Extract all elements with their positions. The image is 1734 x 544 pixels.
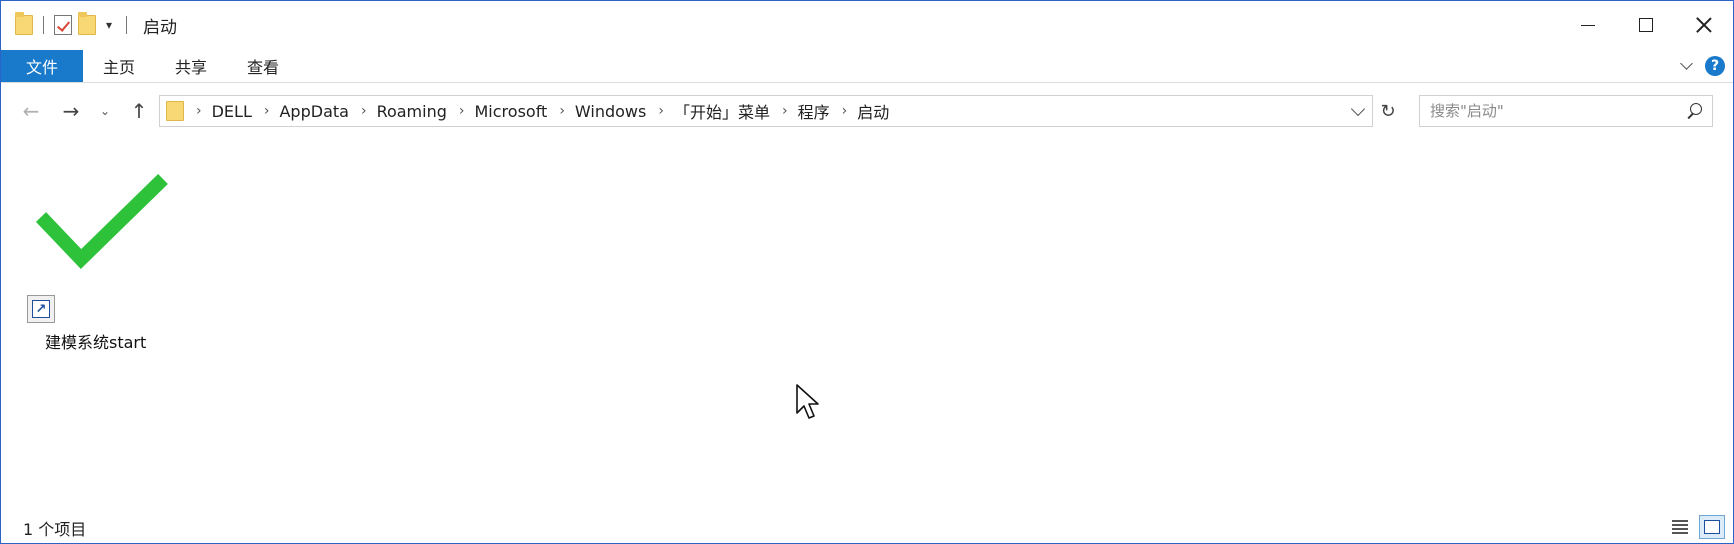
breadcrumb-startup[interactable]: 启动	[857, 99, 889, 123]
breadcrumb-microsoft[interactable]: Microsoft	[475, 102, 548, 121]
toolbar-divider	[43, 16, 44, 34]
file-item-shortcut[interactable]: ↗ 建模系统start	[27, 169, 175, 352]
breadcrumb-dell[interactable]: DELL	[212, 102, 252, 121]
folder-icon	[166, 101, 184, 121]
large-icons-view-icon	[1704, 520, 1720, 534]
maximize-button[interactable]	[1617, 1, 1675, 49]
navigation-bar: ← → ⌄ ↑ › DELL › AppData › Roaming › Mic…	[1, 93, 1733, 129]
close-button[interactable]	[1675, 1, 1733, 49]
tab-view[interactable]: 查看	[227, 50, 299, 82]
breadcrumb-separator-icon[interactable]: ›	[264, 103, 270, 119]
breadcrumb-separator-icon[interactable]: ›	[361, 103, 367, 119]
minimize-button[interactable]	[1559, 1, 1617, 49]
ribbon-tabs: 文件 主页 共享 查看 ?	[1, 50, 1733, 82]
view-toggle	[1667, 515, 1725, 539]
breadcrumb-separator-icon[interactable]: ›	[782, 103, 788, 119]
tab-home[interactable]: 主页	[83, 50, 155, 82]
ribbon-divider	[1, 82, 1733, 83]
tab-share[interactable]: 共享	[155, 50, 227, 82]
address-bar[interactable]: › DELL › AppData › Roaming › Microsoft ›…	[159, 95, 1373, 127]
details-view-icon	[1672, 520, 1688, 534]
address-history-dropdown[interactable]	[1348, 96, 1368, 126]
quick-access-toolbar: ▾ 启动	[1, 12, 177, 38]
status-bar: 1 个项目	[1, 513, 1733, 543]
forward-button[interactable]: →	[57, 97, 85, 125]
arrow-left-icon: ←	[22, 99, 40, 123]
properties-icon[interactable]	[54, 15, 72, 35]
checkmark-icon	[35, 173, 168, 269]
details-view-button[interactable]	[1667, 515, 1693, 539]
close-icon	[1696, 17, 1712, 33]
file-name-label: 建模系统start	[45, 333, 147, 352]
maximize-icon	[1639, 18, 1653, 32]
help-button[interactable]: ?	[1705, 56, 1725, 76]
refresh-icon: ↻	[1380, 100, 1396, 122]
new-folder-icon[interactable]	[78, 12, 96, 35]
window-title: 启动	[143, 17, 177, 38]
breadcrumb-separator-icon[interactable]: ›	[559, 103, 565, 119]
refresh-button[interactable]: ↻	[1375, 95, 1401, 127]
chevron-down-icon	[1350, 101, 1366, 116]
breadcrumb-appdata[interactable]: AppData	[279, 102, 348, 121]
toolbar-divider	[126, 16, 127, 34]
breadcrumb-windows[interactable]: Windows	[575, 102, 646, 121]
chevron-down-icon: ⌄	[99, 104, 111, 118]
back-button[interactable]: ←	[17, 97, 45, 125]
large-icons-view-button[interactable]	[1699, 515, 1725, 539]
search-box[interactable]	[1419, 95, 1713, 127]
ribbon-right-controls: ?	[1680, 50, 1725, 82]
explorer-window: ▾ 启动 文件 主页 共享 查看 ? ← → ⌄ ↑ › DELL › AppD…	[0, 0, 1734, 544]
mouse-cursor-icon	[796, 384, 819, 419]
breadcrumb-separator-icon[interactable]: ›	[658, 103, 664, 119]
file-list-area[interactable]: ↗ 建模系统start	[1, 133, 1733, 505]
breadcrumb-separator-icon[interactable]: ›	[842, 103, 848, 119]
folder-icon	[15, 12, 33, 35]
up-button[interactable]: ↑	[125, 97, 153, 125]
title-bar: ▾ 启动	[1, 1, 1733, 49]
breadcrumb-separator-icon[interactable]: ›	[196, 103, 202, 119]
arrow-right-icon: →	[62, 99, 80, 123]
search-input[interactable]	[1430, 102, 1680, 120]
minimize-icon	[1581, 24, 1595, 26]
window-controls	[1559, 1, 1733, 49]
expand-ribbon-chevron-down-icon[interactable]	[1680, 57, 1693, 70]
shortcut-arrow-icon: ↗	[27, 295, 55, 323]
item-count: 1 个项目	[23, 520, 87, 539]
customize-toolbar-dropdown[interactable]: ▾	[102, 18, 116, 32]
breadcrumb-roaming[interactable]: Roaming	[377, 102, 447, 121]
search-icon[interactable]	[1686, 103, 1702, 119]
arrow-up-icon: ↑	[130, 99, 148, 123]
recent-locations-button[interactable]: ⌄	[97, 97, 113, 125]
breadcrumb-programs[interactable]: 程序	[798, 99, 830, 123]
breadcrumb-start-menu[interactable]: 「开始」菜单	[674, 99, 770, 123]
breadcrumb-separator-icon[interactable]: ›	[459, 103, 465, 119]
tab-file[interactable]: 文件	[1, 50, 83, 82]
